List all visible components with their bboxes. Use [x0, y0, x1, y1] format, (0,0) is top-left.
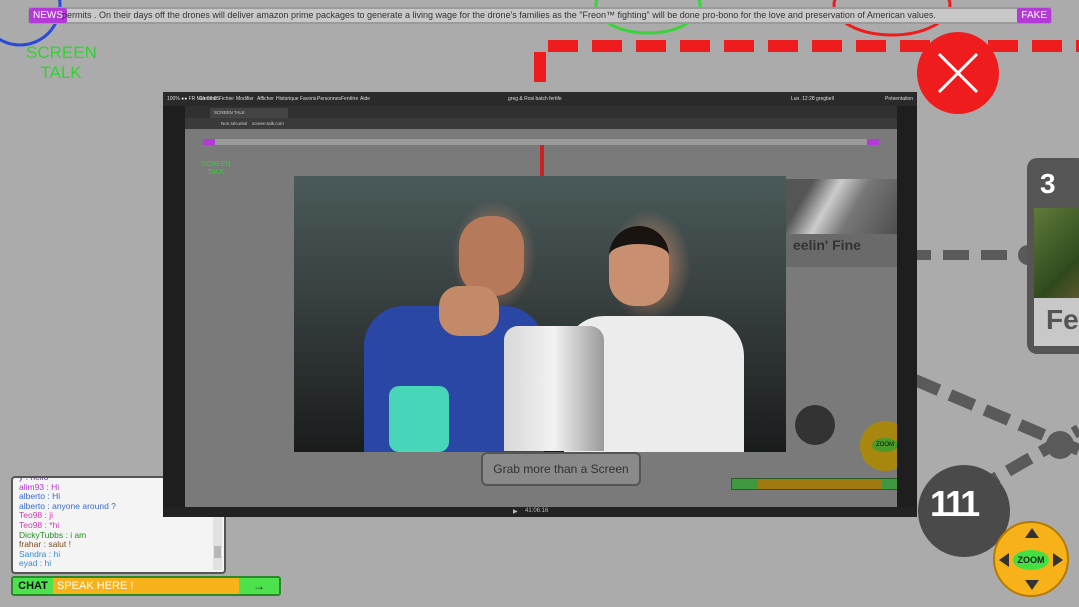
browser-urlbar[interactable]: Non sécurisé screen-talk.com [185, 118, 897, 129]
inner-search-icon [795, 405, 835, 445]
inner-card-thumbnail [785, 179, 897, 234]
chat-scroll-thumb[interactable] [214, 546, 221, 558]
play-icon[interactable]: ▶ [513, 508, 518, 515]
browser-tabstrip: SCREEN TALK [185, 106, 897, 118]
pointing-hand [439, 286, 499, 336]
pan-up-icon[interactable] [1025, 528, 1039, 538]
inner-zoom-label: ZOOM [872, 438, 897, 452]
chat-label: CHAT [13, 578, 53, 594]
person-2-head [609, 226, 669, 306]
news-ticker: NEWS permits . On their days off the dro… [28, 7, 1052, 24]
inner-zoom-control: ZOOM [860, 421, 897, 471]
chat-username[interactable]: alim93 [19, 482, 44, 492]
mac-menubar: 100% ●● FR Mer 09:05 Chrome Fichier Modi… [163, 92, 917, 106]
pan-right-icon[interactable] [1053, 553, 1063, 567]
chat-username[interactable]: Teo98 [19, 520, 42, 530]
window-title: greg & Rosi batch fertife [508, 96, 562, 102]
screen-share-window[interactable]: 100% ●● FR Mer 09:05 Chrome Fichier Modi… [163, 92, 917, 517]
browser-tab[interactable]: SCREEN TALK [210, 108, 288, 118]
chat-text: hi [53, 548, 61, 559]
menu-item[interactable]: Fichier [219, 96, 234, 102]
menu-item[interactable]: Aide [360, 96, 370, 102]
chat-text: Hi [51, 481, 60, 492]
zoom-label: ZOOM [1017, 555, 1045, 565]
menu-item[interactable]: Fenêtre [341, 96, 358, 102]
logo-line-2: TALK [40, 63, 82, 82]
green-jar [389, 386, 449, 452]
chat-separator: : [37, 558, 45, 569]
chat-username[interactable]: DickyTubbs [19, 530, 63, 540]
chat-username[interactable]: eyad [19, 558, 37, 569]
timecode: 41:06:16 [525, 508, 549, 514]
chat-input-bar: CHAT SPEAK HERE ! → [11, 576, 281, 596]
menu-item[interactable]: Chrome [199, 96, 217, 102]
url-security: Non sécurisé [221, 121, 248, 126]
person-1-head [459, 216, 524, 296]
screen-talk-logo[interactable]: SCREEN TALK [26, 43, 97, 83]
chat-separator: : [46, 548, 54, 559]
card-number: 3 [1040, 168, 1056, 199]
close-icon [937, 52, 979, 94]
logo-line-1: SCREEN [26, 43, 97, 62]
zoom-center-button[interactable]: ZOOM [1013, 550, 1049, 570]
presentation-label[interactable]: Présentation [885, 96, 913, 102]
ticker-text: permits . On their days off the drones w… [62, 10, 936, 20]
chat-text: ji [49, 510, 54, 521]
inner-grab-banner: Grab more than a Screen [481, 452, 641, 486]
chat-text: *hi [49, 519, 60, 530]
menu-item[interactable]: Favoris [300, 96, 316, 102]
video-stream[interactable] [294, 176, 786, 452]
chat-username[interactable]: Sandra [19, 549, 46, 559]
chat-text: Hi [52, 491, 61, 502]
tab-label: SCREEN TALK [214, 110, 245, 115]
inner-card-label: eelin' Fine [793, 237, 861, 253]
close-button[interactable] [917, 32, 999, 114]
inner-news-badge [203, 139, 215, 145]
inner-send-icon [882, 479, 897, 489]
chat-username[interactable]: alberto [19, 491, 45, 501]
chat-text: salut ! [48, 539, 71, 550]
url-text[interactable]: screen-talk.com [252, 121, 284, 126]
chat-text: anyone around ? [52, 500, 116, 511]
menu-item[interactable]: Historique [276, 96, 299, 102]
inner-card: eelin' Fine [785, 179, 897, 267]
chat-input[interactable]: SPEAK HERE ! [57, 580, 133, 592]
pan-down-icon[interactable] [1025, 580, 1039, 590]
player-controls[interactable]: ▶ 41:06:16 [163, 507, 917, 517]
inner-chat-label [732, 479, 758, 489]
graph-card-3[interactable]: 3 Fe [1027, 158, 1079, 354]
chat-username[interactable]: alberto [19, 501, 45, 511]
inner-fake-badge [867, 139, 879, 145]
menu-item[interactable]: Modifier [236, 96, 254, 102]
menu-item[interactable]: Personnes [317, 96, 341, 102]
fake-badge[interactable]: FAKE [1017, 8, 1051, 23]
card-caption: Fe [1034, 298, 1079, 346]
send-arrow-icon[interactable]: → [239, 578, 279, 594]
inner-chat-bar [731, 478, 897, 490]
inner-logo: SCREEN TALK [201, 161, 231, 176]
menubar-clock: Lun. 12:28 gregbell [791, 96, 834, 102]
chat-text: hi [44, 558, 52, 569]
pan-left-icon[interactable] [999, 553, 1009, 567]
chat-username[interactable]: Teo98 [19, 510, 42, 521]
menu-item[interactable]: Afficher [257, 96, 274, 102]
chat-message: eyad : hi [19, 559, 218, 569]
chat-text: i am [70, 529, 87, 540]
node-counter-value: 111 [930, 483, 980, 524]
zoom-control[interactable]: ZOOM [993, 521, 1069, 597]
microscope [504, 326, 604, 451]
card-thumbnail [1034, 208, 1079, 308]
chat-username[interactable]: frahar [19, 539, 41, 549]
